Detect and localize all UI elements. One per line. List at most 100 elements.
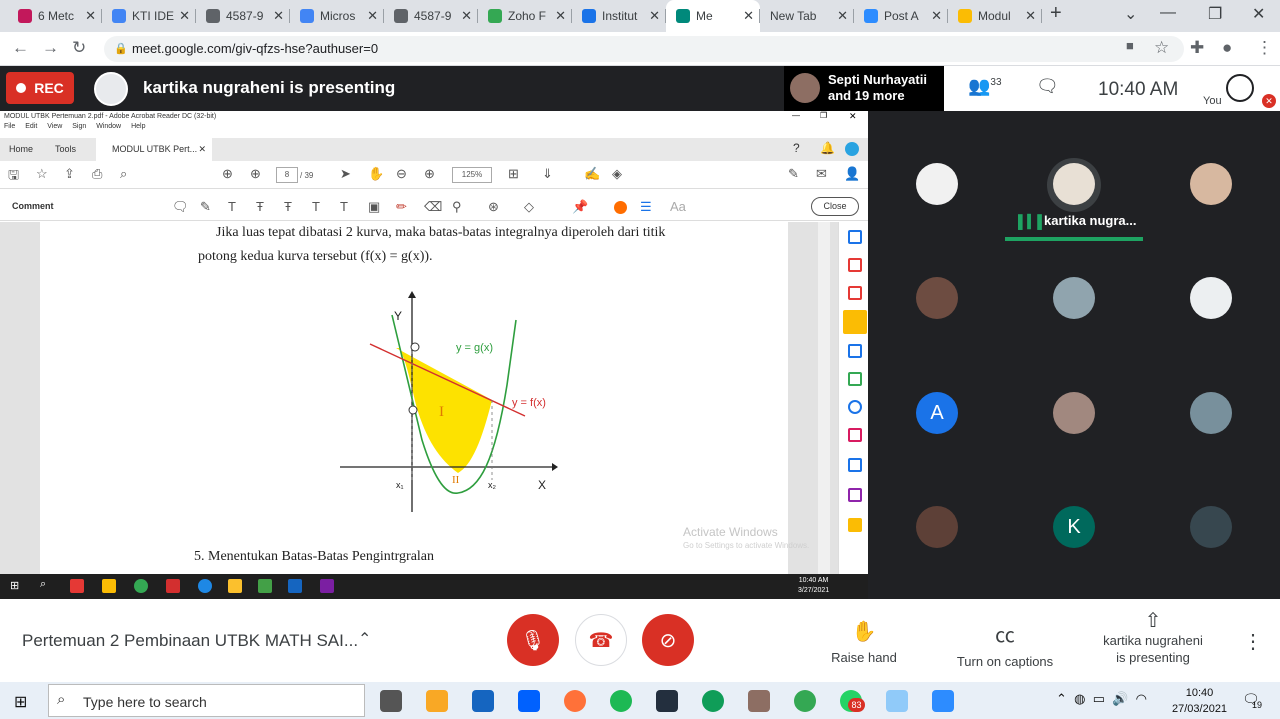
close-tab-icon[interactable]: ✕ (461, 8, 472, 24)
add-user-icon: 👤 (844, 166, 861, 181)
new-tab-icon[interactable]: + (1050, 2, 1062, 25)
participant-avatar[interactable] (1190, 163, 1232, 205)
back-icon[interactable]: ← (12, 38, 29, 58)
task-view-icon[interactable] (380, 690, 402, 712)
more-options-icon[interactable]: ⋮ (1243, 629, 1263, 654)
extensions-icon[interactable]: ✚ (1190, 38, 1204, 58)
mic-toggle-button[interactable]: 🎙 (507, 614, 559, 666)
close-tab-icon[interactable]: ✕ (555, 8, 566, 24)
tab-search-icon[interactable]: ⌄ (1124, 4, 1137, 24)
firefox-icon[interactable] (564, 690, 586, 712)
browser-tab[interactable]: 6 Metc ✕ (8, 0, 102, 32)
windows-start-icon[interactable]: ⊞ (14, 692, 27, 712)
text-box-icon: ▣ (368, 199, 381, 214)
reload-icon[interactable]: ↻ (72, 38, 86, 58)
app-icon (258, 579, 272, 593)
page-total: / 39 (300, 171, 314, 180)
participant-avatar[interactable] (916, 277, 958, 319)
participant-avatar[interactable] (916, 163, 958, 205)
close-tab-icon[interactable]: ✕ (1025, 8, 1036, 24)
presentation-button[interactable]: ⇧ kartika nugraheni is presenting (1094, 611, 1212, 666)
participant-avatar[interactable] (1190, 277, 1232, 319)
leave-call-button[interactable]: ☎ (575, 614, 627, 666)
browser-tab[interactable]: Institut ✕ (572, 0, 666, 32)
document-area: Jika luas tepat dibatasi 2 kurva, maka b… (0, 222, 838, 574)
close-tab-icon[interactable]: ✕ (85, 8, 96, 24)
tab-title: Modul (978, 9, 1011, 23)
file-explorer-icon[interactable] (426, 690, 448, 712)
close-tab-icon[interactable]: ✕ (273, 8, 284, 24)
browser-tab[interactable]: Zoho F ✕ (478, 0, 572, 32)
close-tab-icon[interactable]: ✕ (931, 8, 942, 24)
presenting-banner: kartika nugraheni is presenting (143, 78, 396, 97)
you-label: You (1203, 95, 1222, 107)
windows-taskbar: ⊞ ⌕ Type here to search 83 ⌃ ◍ ▭ 🔊 ◠ 10:… (0, 682, 1280, 719)
participant-avatar-a[interactable]: A (916, 392, 958, 434)
close-window-icon[interactable]: ✕ (1252, 4, 1265, 24)
camera-toggle-button[interactable]: ⊘ (642, 614, 694, 666)
close-tab-icon[interactable]: ✕ (837, 8, 848, 24)
zoom-icon[interactable] (932, 690, 954, 712)
browser-tab[interactable]: Micros ✕ (290, 0, 384, 32)
system-clock[interactable]: 10:40 27/03/2021 (1172, 685, 1227, 717)
raise-hand-button[interactable]: ✋ Raise hand (828, 619, 900, 665)
sign-doc-icon (848, 488, 862, 502)
comment-tool-icon (843, 310, 867, 334)
sign-icon: ✍ (584, 166, 601, 181)
spotify-icon[interactable] (610, 690, 632, 712)
address-bar[interactable]: 🔒 meet.google.com/giv-qfzs-hse?authuser=… (104, 36, 1184, 62)
search-icon: ⌕ (57, 691, 66, 708)
system-tray[interactable]: ⌃ ◍ ▭ 🔊 ◠ (1056, 691, 1147, 707)
tab-document: MODUL UTBK Pert... ✕ (96, 138, 212, 161)
app-icon[interactable] (886, 690, 908, 712)
menu-icon[interactable]: ⋮ (1256, 38, 1273, 58)
browser-tab[interactable]: Me ✕ (666, 0, 760, 32)
archive-icon[interactable] (748, 690, 770, 712)
browser-tab[interactable]: New Tab ✕ (760, 0, 854, 32)
profile-icon[interactable]: ● (1222, 38, 1232, 58)
participant-avatar[interactable] (916, 506, 958, 548)
forward-icon[interactable]: → (42, 38, 59, 58)
bookmark-star-icon[interactable]: ☆ (1154, 38, 1169, 58)
pdf-page: Jika luas tepat dibatasi 2 kurva, maka b… (40, 222, 788, 574)
browser-tab[interactable]: KTI IDE ✕ (102, 0, 196, 32)
amazon-icon[interactable] (656, 690, 678, 712)
mail-icon[interactable] (472, 690, 494, 712)
browser-tab[interactable]: Modul ✕ (948, 0, 1042, 32)
close-tab-icon[interactable]: ✕ (743, 8, 754, 24)
participant-avatar[interactable] (1053, 163, 1095, 205)
browser-tab[interactable]: 4587-9 ✕ (384, 0, 478, 32)
edge-icon[interactable] (702, 690, 724, 712)
chat-icon[interactable]: 🗨 (1036, 76, 1059, 97)
search-placeholder: Type here to search (83, 694, 207, 710)
minimize-icon[interactable]: — (1160, 4, 1176, 22)
participant-avatar-k[interactable]: K (1053, 506, 1095, 548)
taskbar-search[interactable]: ⌕ Type here to search (48, 684, 365, 717)
replace-text-icon: Ŧ (284, 199, 292, 214)
people-summary[interactable]: Septi Nurhayatii and 19 more (784, 66, 944, 111)
participants-button[interactable]: 👥33 (968, 76, 1002, 97)
close-tab-icon[interactable]: ✕ (367, 8, 378, 24)
chevron-up-icon[interactable]: ⌃ (358, 629, 371, 649)
browser-toolbar: ← → ↻ 🔒 meet.google.com/giv-qfzs-hse?aut… (0, 32, 1280, 66)
browser-tab[interactable]: Post A ✕ (854, 0, 948, 32)
meeting-title[interactable]: Pertemuan 2 Pembinaan UTBK MATH SAI... (22, 631, 358, 651)
dropbox-icon[interactable] (518, 690, 540, 712)
close-tab-icon[interactable]: ✕ (179, 8, 190, 24)
tab-favicon-icon (300, 9, 314, 23)
participant-avatar[interactable] (1053, 277, 1095, 319)
close-tab-icon[interactable]: ✕ (649, 8, 660, 24)
camera-icon[interactable]: ■ (1126, 38, 1134, 53)
attach-icon: ⊛ (488, 199, 499, 214)
participant-avatar[interactable] (1190, 392, 1232, 434)
captions-button[interactable]: ㏄ Turn on captions (952, 619, 1058, 669)
participant-avatar[interactable] (1053, 392, 1095, 434)
notification-count: 19 (1252, 700, 1263, 710)
maximize-icon[interactable]: ❐ (1208, 4, 1222, 24)
hand-icon: ✋ (851, 621, 877, 643)
fit-page-icon: ⊞ (508, 166, 519, 181)
tab-tools: Tools (55, 144, 77, 154)
participant-avatar[interactable] (1190, 506, 1232, 548)
chrome-icon[interactable] (794, 690, 816, 712)
browser-tab[interactable]: 4587-9 ✕ (196, 0, 290, 32)
